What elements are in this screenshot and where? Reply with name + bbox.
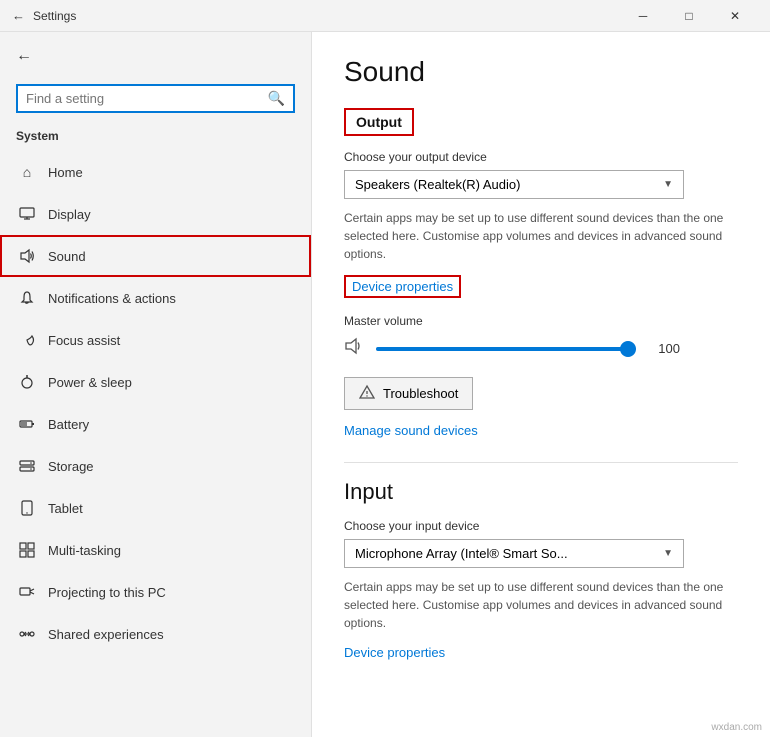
sidebar-item-projecting[interactable]: Projecting to this PC	[0, 571, 311, 613]
sidebar-item-label: Battery	[48, 417, 89, 432]
volume-speaker-icon	[344, 336, 364, 361]
volume-slider[interactable]	[376, 339, 636, 359]
input-device-value: Microphone Array (Intel® Smart So...	[355, 546, 568, 561]
tablet-icon	[18, 499, 36, 517]
choose-input-label: Choose your input device	[344, 519, 738, 533]
sidebar-item-display[interactable]: Display	[0, 193, 311, 235]
troubleshoot-label: Troubleshoot	[383, 386, 458, 401]
sidebar-item-label: Tablet	[48, 501, 83, 516]
warning-icon	[359, 384, 375, 403]
volume-value: 100	[648, 341, 680, 356]
close-button[interactable]: ✕	[712, 0, 758, 32]
dropdown-chevron-icon: ▼	[663, 179, 673, 190]
sidebar-item-label: Power & sleep	[48, 375, 132, 390]
output-device-value: Speakers (Realtek(R) Audio)	[355, 177, 520, 192]
volume-thumb[interactable]	[620, 341, 636, 357]
sidebar-item-label: Home	[48, 165, 83, 180]
sidebar-item-storage[interactable]: Storage	[0, 445, 311, 487]
sidebar-back-button[interactable]: ←	[0, 32, 311, 80]
output-section: Output Choose your output device Speaker…	[344, 108, 738, 454]
sidebar-item-label: Multi-tasking	[48, 543, 121, 558]
device-properties-link[interactable]: Device properties	[344, 275, 461, 298]
output-section-header: Output	[344, 108, 414, 136]
back-icon[interactable]: ←	[12, 8, 25, 23]
storage-icon	[18, 457, 36, 475]
sidebar-item-label: Sound	[48, 249, 86, 264]
sidebar-item-multitasking[interactable]: Multi-tasking	[0, 529, 311, 571]
titlebar: ← Settings ─ □ ✕	[0, 0, 770, 32]
page-title: Sound	[344, 56, 738, 88]
home-icon: ⌂	[18, 163, 36, 181]
section-divider	[344, 462, 738, 463]
sidebar-item-tablet[interactable]: Tablet	[0, 487, 311, 529]
volume-label: Master volume	[344, 314, 738, 328]
sidebar-section-label: System	[0, 125, 311, 151]
sidebar-item-shared[interactable]: Shared experiences	[0, 613, 311, 655]
minimize-button[interactable]: ─	[620, 0, 666, 32]
focus-icon	[18, 331, 36, 349]
sidebar-item-home[interactable]: ⌂ Home	[0, 151, 311, 193]
output-info-text: Certain apps may be set up to use differ…	[344, 209, 724, 263]
sidebar-item-sound[interactable]: Sound	[0, 235, 311, 277]
sidebar-item-battery[interactable]: Battery	[0, 403, 311, 445]
back-arrow-icon: ←	[16, 47, 32, 65]
search-box[interactable]: 🔍	[16, 84, 295, 113]
input-section-title: Input	[344, 479, 738, 505]
main-layout: ← 🔍 System ⌂ Home Display	[0, 32, 770, 737]
sidebar-item-label: Display	[48, 207, 91, 222]
input-device-properties-link[interactable]: Device properties	[344, 645, 445, 660]
input-info-text: Certain apps may be set up to use differ…	[344, 578, 724, 632]
window-controls: ─ □ ✕	[620, 0, 758, 32]
sound-icon	[18, 247, 36, 265]
watermark: wxdan.com	[711, 722, 762, 733]
sidebar-item-label: Storage	[48, 459, 94, 474]
output-device-dropdown[interactable]: Speakers (Realtek(R) Audio) ▼	[344, 170, 684, 199]
volume-row: 100	[344, 336, 738, 361]
notifications-icon	[18, 289, 36, 307]
shared-icon	[18, 625, 36, 643]
sidebar-item-label: Projecting to this PC	[48, 585, 166, 600]
sidebar: ← 🔍 System ⌂ Home Display	[0, 32, 312, 737]
sidebar-item-label: Notifications & actions	[48, 291, 176, 306]
sidebar-item-notifications[interactable]: Notifications & actions	[0, 277, 311, 319]
projecting-icon	[18, 583, 36, 601]
content-area: Sound Output Choose your output device S…	[312, 32, 770, 737]
sidebar-item-label: Shared experiences	[48, 627, 164, 642]
maximize-button[interactable]: □	[666, 0, 712, 32]
sidebar-item-label: Focus assist	[48, 333, 120, 348]
battery-icon	[18, 415, 36, 433]
display-icon	[18, 205, 36, 223]
multitasking-icon	[18, 541, 36, 559]
search-icon: 🔍	[268, 90, 285, 107]
choose-output-label: Choose your output device	[344, 150, 738, 164]
input-device-dropdown[interactable]: Microphone Array (Intel® Smart So... ▼	[344, 539, 684, 568]
volume-track	[376, 347, 636, 351]
power-icon	[18, 373, 36, 391]
input-section: Input Choose your input device Microphon…	[344, 479, 738, 676]
search-input[interactable]	[26, 91, 268, 106]
troubleshoot-button[interactable]: Troubleshoot	[344, 377, 473, 410]
sidebar-item-focus[interactable]: Focus assist	[0, 319, 311, 361]
sidebar-item-power[interactable]: Power & sleep	[0, 361, 311, 403]
manage-sound-devices-link[interactable]: Manage sound devices	[344, 423, 478, 438]
dropdown-chevron-icon: ▼	[663, 548, 673, 559]
window-title: Settings	[33, 9, 620, 23]
volume-section: Master volume 100	[344, 314, 738, 361]
